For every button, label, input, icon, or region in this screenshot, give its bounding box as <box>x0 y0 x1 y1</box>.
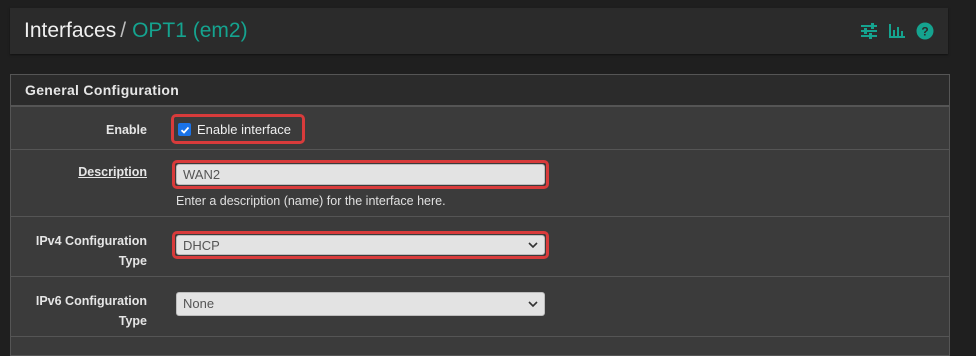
svg-text:?: ? <box>921 25 928 39</box>
ipv6-config-type-row: IPv6 Configuration Type None <box>11 276 949 337</box>
general-configuration-panel: General Configuration Enable Enable inte… <box>10 74 950 356</box>
enable-checkbox[interactable] <box>178 123 191 136</box>
bar-chart-icon[interactable] <box>888 22 906 40</box>
next-row <box>11 336 949 356</box>
ipv6-label-line1: IPv6 Configuration <box>35 294 147 308</box>
ipv4-config-type-select[interactable]: DHCP <box>176 235 545 255</box>
sliders-icon[interactable] <box>860 22 878 40</box>
panel-title: General Configuration <box>11 75 949 106</box>
page-header: Interfaces / OPT1 (em2) ? <box>10 8 948 54</box>
ipv4-label-line2: Type <box>118 254 147 268</box>
ipv4-config-type-row: IPv4 Configuration Type DHCP <box>11 216 949 277</box>
ipv4-label-line1: IPv4 Configuration <box>35 234 147 248</box>
chevron-down-icon <box>528 242 538 249</box>
breadcrumb-current[interactable]: OPT1 (em2) <box>132 19 248 42</box>
ipv6-config-type-label: IPv6 Configuration Type <box>36 291 147 331</box>
ipv6-selected-value: None <box>183 296 215 311</box>
breadcrumb-interfaces-link[interactable]: Interfaces <box>24 19 116 42</box>
description-help-text: Enter a description (name) for the inter… <box>176 194 446 208</box>
description-row: Description WAN2 Enter a description (na… <box>11 149 949 217</box>
checkmark-icon <box>180 126 189 134</box>
description-label[interactable]: Description <box>78 162 147 182</box>
chevron-down-icon <box>528 301 538 308</box>
help-circle-icon[interactable]: ? <box>916 22 934 40</box>
ipv6-label-line2: Type <box>118 314 147 328</box>
enable-checkbox-label[interactable]: Enable interface <box>197 122 291 138</box>
ipv4-config-type-label: IPv4 Configuration Type <box>36 231 147 271</box>
breadcrumb-separator: / <box>120 19 127 42</box>
ipv4-selected-value: DHCP <box>183 238 220 253</box>
enable-label: Enable <box>106 123 147 137</box>
breadcrumb: Interfaces / OPT1 (em2) <box>24 19 248 43</box>
enable-row: Enable Enable interface <box>11 106 949 150</box>
ipv6-config-type-select[interactable]: None <box>176 292 545 316</box>
description-input[interactable]: WAN2 <box>176 164 545 185</box>
header-icon-bar: ? <box>860 22 934 40</box>
